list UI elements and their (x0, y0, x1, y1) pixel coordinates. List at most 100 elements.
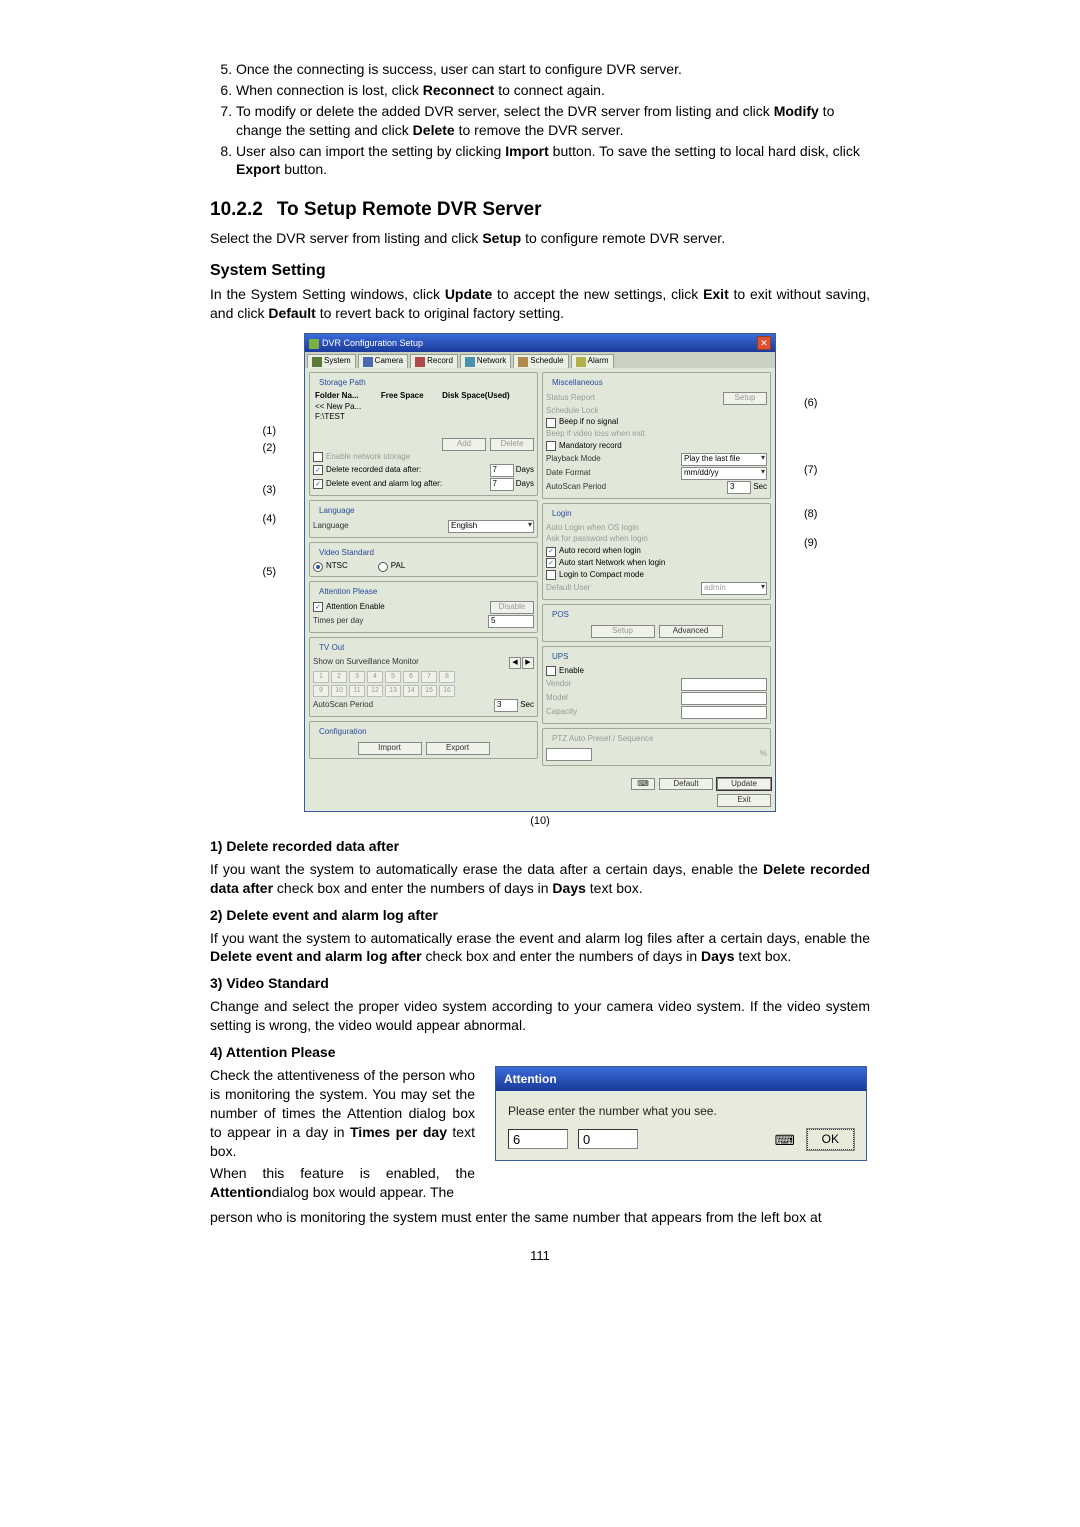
system-setting-heading: System Setting (210, 260, 870, 282)
attention-number-display: 6 (508, 1129, 568, 1149)
ntsc-radio[interactable]: NTSC (313, 561, 348, 572)
date-format-select[interactable]: mm/dd/yy (681, 467, 767, 480)
compact-mode-checkbox[interactable]: Login to Compact mode (546, 570, 644, 581)
numbered-steps: Once the connecting is success, user can… (210, 60, 870, 179)
attention-number-input[interactable]: 0 (578, 1129, 638, 1149)
alarm-icon (576, 357, 586, 367)
tvout-grid[interactable]: 12345678 910111213141516 (313, 671, 534, 697)
login-group: Login Auto Login when OS login Ask for p… (542, 503, 771, 600)
item1-para: If you want the system to automatically … (210, 860, 870, 898)
ptz-group: PTZ Auto Preset / Sequence % (542, 728, 771, 766)
ups-vendor-input[interactable] (681, 678, 767, 691)
item2-title: 2) Delete event and alarm log after (210, 906, 870, 925)
section-intro: Select the DVR server from listing and c… (210, 229, 870, 248)
step-7: To modify or delete the added DVR server… (236, 102, 870, 140)
pos-group: POS Setup Advanced (542, 604, 771, 643)
misc-autoscan-input[interactable]: 3 (727, 481, 751, 494)
ups-group: UPS Enable Vendor Model Capacity (542, 646, 771, 724)
tab-alarm[interactable]: Alarm (571, 354, 614, 368)
tab-camera[interactable]: Camera (358, 354, 408, 368)
attention-dialog: Attention Please enter the number what y… (495, 1066, 867, 1161)
tvout-arrows[interactable]: ◀▶ (509, 657, 534, 669)
item3-title: 3) Video Standard (210, 974, 870, 993)
auto-record-checkbox[interactable]: ✓Auto record when login (546, 546, 641, 557)
attention-enable-checkbox[interactable]: ✓Attention Enable (313, 602, 385, 613)
close-icon[interactable]: ✕ (757, 336, 771, 350)
times-per-day-input[interactable]: 5 (488, 615, 534, 628)
item4-para-a: Check the attentiveness of the person wh… (210, 1066, 475, 1160)
language-group: Language LanguageEnglish (309, 500, 538, 538)
import-button[interactable]: Import (358, 742, 422, 755)
add-button[interactable]: Add (442, 438, 486, 451)
language-select[interactable]: English (448, 520, 534, 533)
step-8: User also can import the setting by clic… (236, 142, 870, 180)
page-number: 111 (210, 1247, 870, 1265)
playback-mode-select[interactable]: Play the last file (681, 453, 767, 466)
exit-button[interactable]: Exit (717, 794, 771, 807)
network-icon (465, 357, 475, 367)
bottom-buttons: ⌨ Default Update (305, 774, 775, 795)
pos-setup-button[interactable]: Setup (591, 625, 655, 638)
item4-title: 4) Attention Please (210, 1043, 870, 1062)
storage-table: Folder Na...Free SpaceDisk Space(Used) <… (313, 391, 534, 437)
arrow-left-icon[interactable]: ◀ (509, 657, 521, 669)
delete-log-days-input[interactable]: 7 (490, 478, 514, 491)
attention-dialog-title: Attention (496, 1067, 866, 1091)
misc-group: Miscellaneous Status ReportSetup Schedul… (542, 372, 771, 499)
ups-model-input[interactable] (681, 692, 767, 705)
tab-network[interactable]: Network (460, 354, 511, 368)
delete-log-checkbox[interactable]: ✓Delete event and alarm log after: (313, 479, 442, 490)
app-icon (309, 339, 319, 349)
mandatory-record-checkbox[interactable]: Mandatory record (546, 441, 622, 452)
config-window: DVR Configuration Setup ✕ System Camera … (304, 333, 776, 812)
item1-title: 1) Delete recorded data after (210, 837, 870, 856)
callouts-right: (6) (7) (8) (9) (804, 393, 830, 552)
arrow-right-icon[interactable]: ▶ (522, 657, 534, 669)
tab-system[interactable]: System (307, 354, 356, 368)
ups-capacity-input[interactable] (681, 706, 767, 719)
config-figure: (1) (2) (3) (4) (5) (6) (7) (8) (9) DVR … (280, 333, 800, 829)
enable-net-storage-checkbox[interactable]: Enable network storage (313, 452, 410, 463)
section-heading: 10.2.2To Setup Remote DVR Server (210, 197, 870, 223)
attention-disable-button[interactable]: Disable (490, 601, 534, 614)
tvout-group: TV Out Show on Surveillance Monitor◀▶ 12… (309, 637, 538, 717)
item4-cont: person who is monitoring the system must… (210, 1208, 870, 1227)
default-user-select[interactable]: admin (701, 582, 767, 595)
item2-para: If you want the system to automatically … (210, 929, 870, 967)
keyboard-icon[interactable]: ⌨ (775, 1131, 797, 1147)
delete-recorded-days-input[interactable]: 7 (490, 464, 514, 477)
pal-radio[interactable]: PAL (378, 561, 406, 572)
attention-group: Attention Please ✓Attention EnableDisabl… (309, 581, 538, 633)
configuration-group: Configuration Import Export (309, 721, 538, 760)
video-standard-group: Video Standard NTSC PAL (309, 542, 538, 578)
pos-advanced-button[interactable]: Advanced (659, 625, 723, 638)
item4-para-b: When this feature is enabled, the Attent… (210, 1164, 475, 1202)
storage-path-group: Storage Path Folder Na...Free SpaceDisk … (309, 372, 538, 496)
ok-button[interactable]: OK (807, 1129, 854, 1149)
status-setup-button[interactable]: Setup (723, 392, 767, 405)
tvout-autoscan-input[interactable]: 3 (494, 699, 518, 712)
gear-icon (312, 357, 322, 367)
default-button[interactable]: Default (659, 778, 713, 791)
schedule-icon (518, 357, 528, 367)
step-5: Once the connecting is success, user can… (236, 60, 870, 79)
ptz-input[interactable] (546, 748, 592, 761)
tab-schedule[interactable]: Schedule (513, 354, 568, 368)
export-button[interactable]: Export (426, 742, 490, 755)
delete-recorded-checkbox[interactable]: ✓Delete recorded data after: (313, 465, 421, 476)
beep-nosignal-checkbox[interactable]: Beep if no signal (546, 417, 618, 428)
auto-network-checkbox[interactable]: ✓Auto start Network when login (546, 558, 665, 569)
step-6: When connection is lost, click Reconnect… (236, 81, 870, 100)
camera-icon (363, 357, 373, 367)
keyboard-icon[interactable]: ⌨ (631, 778, 655, 791)
delete-button[interactable]: Delete (490, 438, 534, 451)
system-setting-para: In the System Setting windows, click Upd… (210, 285, 870, 323)
update-button[interactable]: Update (717, 778, 771, 791)
config-titlebar: DVR Configuration Setup ✕ (305, 334, 775, 352)
config-tabs: System Camera Record Network Schedule Al… (305, 352, 775, 368)
ups-enable-checkbox[interactable]: Enable (546, 666, 584, 677)
callouts-left: (1) (2) (3) (4) (5) (250, 393, 276, 581)
tab-record[interactable]: Record (410, 354, 458, 368)
callout-bottom: (10) (280, 814, 800, 829)
item4-two-col: Check the attentiveness of the person wh… (210, 1066, 870, 1206)
